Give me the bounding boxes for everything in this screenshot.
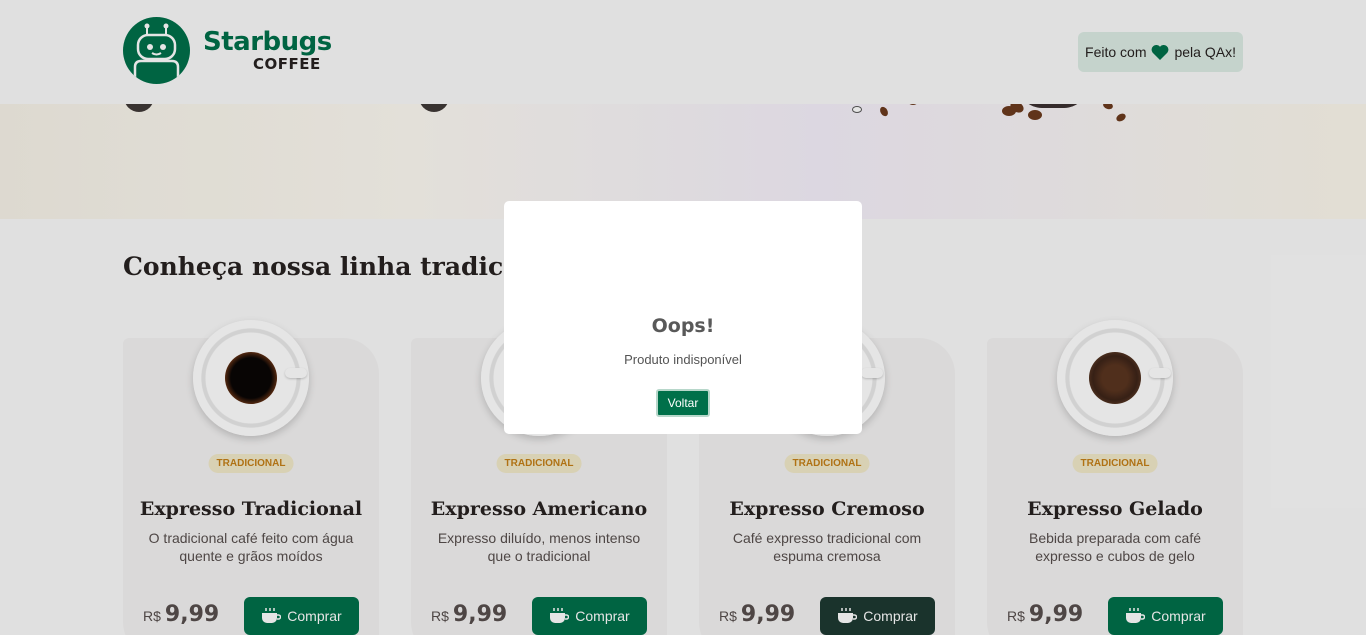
back-button[interactable]: Voltar (656, 389, 710, 417)
unavailable-modal: Oops! Produto indisponível Voltar (504, 201, 862, 434)
error-icon (653, 229, 713, 289)
modal-message: Produto indisponível (624, 352, 742, 367)
modal-title: Oops! (651, 315, 715, 337)
